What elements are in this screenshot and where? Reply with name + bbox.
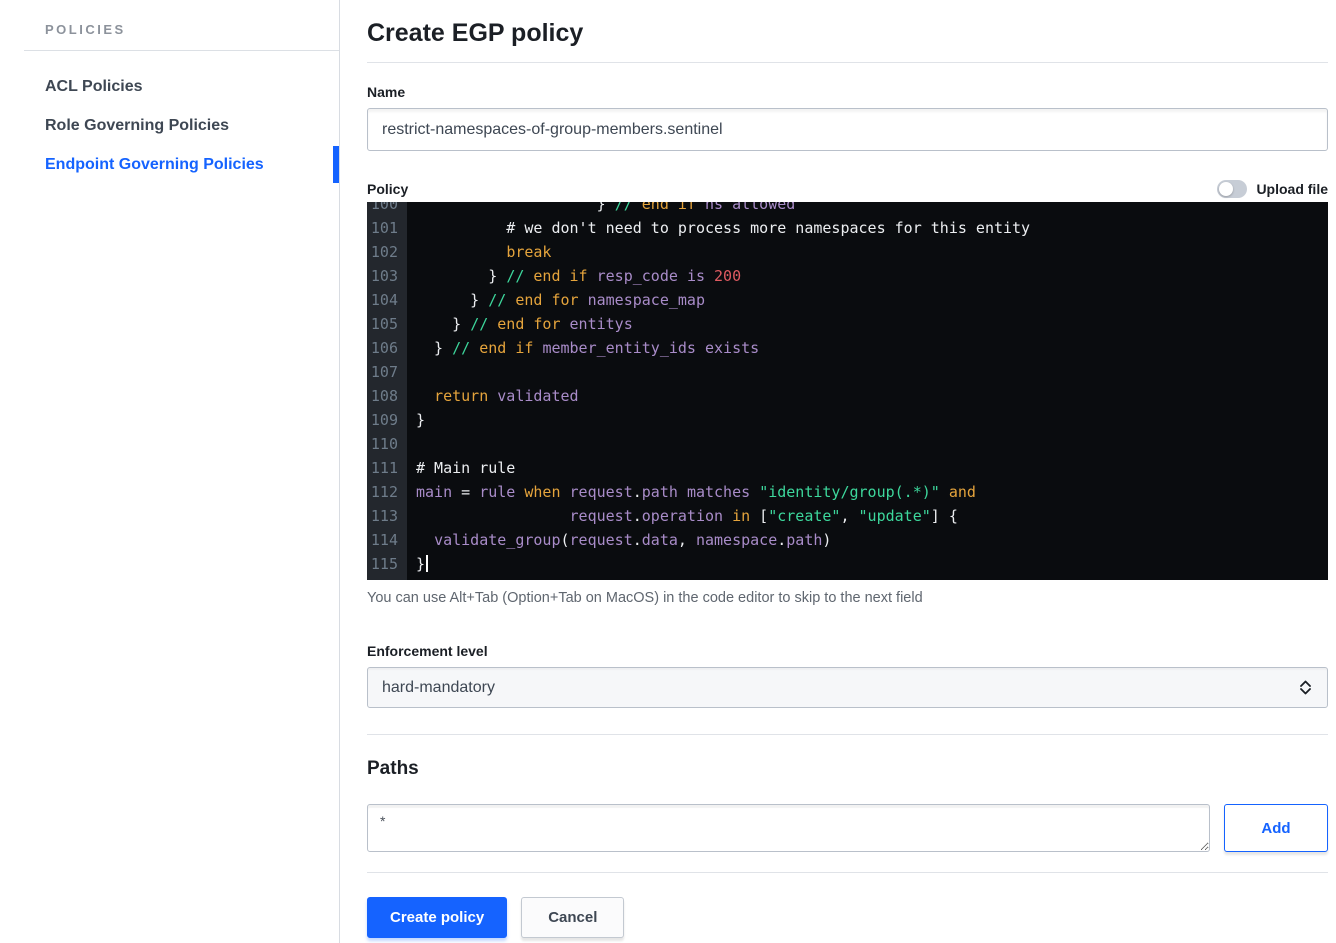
name-section: Name — [367, 84, 1328, 151]
policy-code-editor[interactable]: 100 } // end if ns allowed101 # we don't… — [367, 202, 1328, 580]
sidebar-item-role-governing-policies[interactable]: Role Governing Policies — [0, 106, 339, 145]
upload-file-control: Upload file — [1217, 180, 1328, 198]
code-line: 101 # we don't need to process more name… — [367, 216, 1328, 240]
code-line: 114 validate_group(request.data, namespa… — [367, 528, 1328, 552]
sidebar-divider — [24, 50, 339, 51]
code-line: 102 break — [367, 240, 1328, 264]
active-indicator-bar — [333, 146, 339, 183]
toggle-knob-icon — [1219, 182, 1233, 196]
code-line: 107 — [367, 360, 1328, 384]
code-line: 105 } // end for entitys — [367, 312, 1328, 336]
title-divider — [367, 62, 1328, 63]
main-content: Create EGP policy Name Policy Upload fil… — [340, 0, 1336, 943]
upload-file-label: Upload file — [1256, 181, 1328, 197]
sidebar-item-label: Role Governing Policies — [45, 117, 229, 135]
code-line: 111# Main rule — [367, 456, 1328, 480]
editor-helper-text: You can use Alt+Tab (Option+Tab on MacOS… — [367, 589, 1328, 607]
app-window: POLICIES ACL Policies Role Governing Pol… — [0, 0, 1336, 943]
enforcement-level-value: hard-mandatory — [382, 679, 495, 697]
paths-heading: Paths — [367, 755, 1328, 782]
form-actions: Create policy Cancel — [367, 897, 1328, 938]
sidebar-item-acl-policies[interactable]: ACL Policies — [0, 67, 339, 106]
policy-row: Policy Upload file — [367, 179, 1328, 199]
code-line: 109} — [367, 408, 1328, 432]
code-line: 106 } // end if member_entity_ids exists — [367, 336, 1328, 360]
path-input[interactable]: * — [367, 804, 1210, 852]
cancel-button[interactable]: Cancel — [521, 897, 624, 938]
section-divider — [367, 734, 1328, 735]
code-line: 110 — [367, 432, 1328, 456]
policy-name-input[interactable] — [367, 108, 1328, 151]
section-divider — [367, 872, 1328, 873]
policy-label: Policy — [367, 181, 408, 198]
code-line: 104 } // end for namespace_map — [367, 288, 1328, 312]
select-chevrons-icon — [1300, 680, 1311, 695]
code-line: 108 return validated — [367, 384, 1328, 408]
enforcement-level-label: Enforcement level — [367, 643, 1328, 660]
sidebar-item-label: Endpoint Governing Policies — [45, 156, 264, 174]
text-cursor — [426, 555, 428, 572]
code-line: 112main = rule when request.path matches… — [367, 480, 1328, 504]
code-line: 103 } // end if resp_code is 200 — [367, 264, 1328, 288]
page-title: Create EGP policy — [367, 17, 1328, 49]
code-editor-lines: 100 } // end if ns allowed101 # we don't… — [367, 202, 1328, 576]
add-path-button[interactable]: Add — [1224, 804, 1328, 852]
enforcement-level-select[interactable]: hard-mandatory — [367, 667, 1328, 708]
sidebar-nav: ACL Policies Role Governing Policies End… — [0, 67, 339, 184]
sidebar-item-label: ACL Policies — [45, 78, 143, 96]
sidebar-title: POLICIES — [45, 22, 339, 37]
create-policy-button[interactable]: Create policy — [367, 897, 507, 938]
enforcement-section: Enforcement level hard-mandatory — [367, 643, 1328, 708]
code-line: 115} — [367, 552, 1328, 576]
code-line: 113 request.operation in ["create", "upd… — [367, 504, 1328, 528]
sidebar-item-endpoint-governing-policies[interactable]: Endpoint Governing Policies — [0, 145, 339, 184]
upload-file-toggle[interactable] — [1217, 180, 1247, 198]
name-label: Name — [367, 84, 1328, 101]
code-line: 100 } // end if ns allowed — [367, 202, 1328, 216]
policies-sidebar: POLICIES ACL Policies Role Governing Pol… — [0, 0, 340, 943]
paths-add-row: * Add — [367, 804, 1328, 852]
